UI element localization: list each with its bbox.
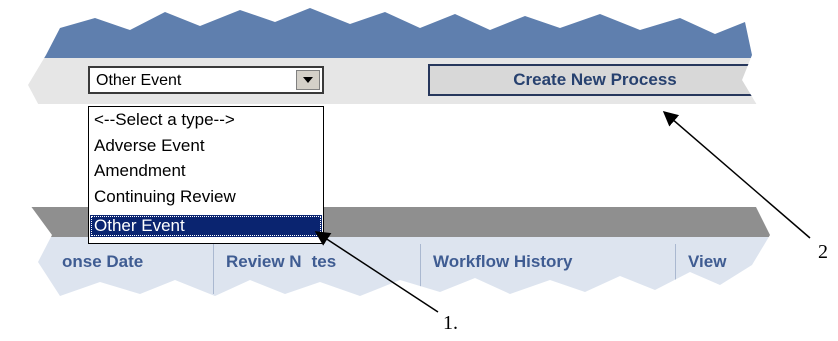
callout-label-1: 1.: [443, 312, 458, 334]
callout-arrow-1: [314, 231, 439, 313]
callout-arrows: [314, 111, 811, 313]
callout-arrow-2: [662, 111, 811, 239]
callout-label-2: 2: [818, 241, 828, 263]
